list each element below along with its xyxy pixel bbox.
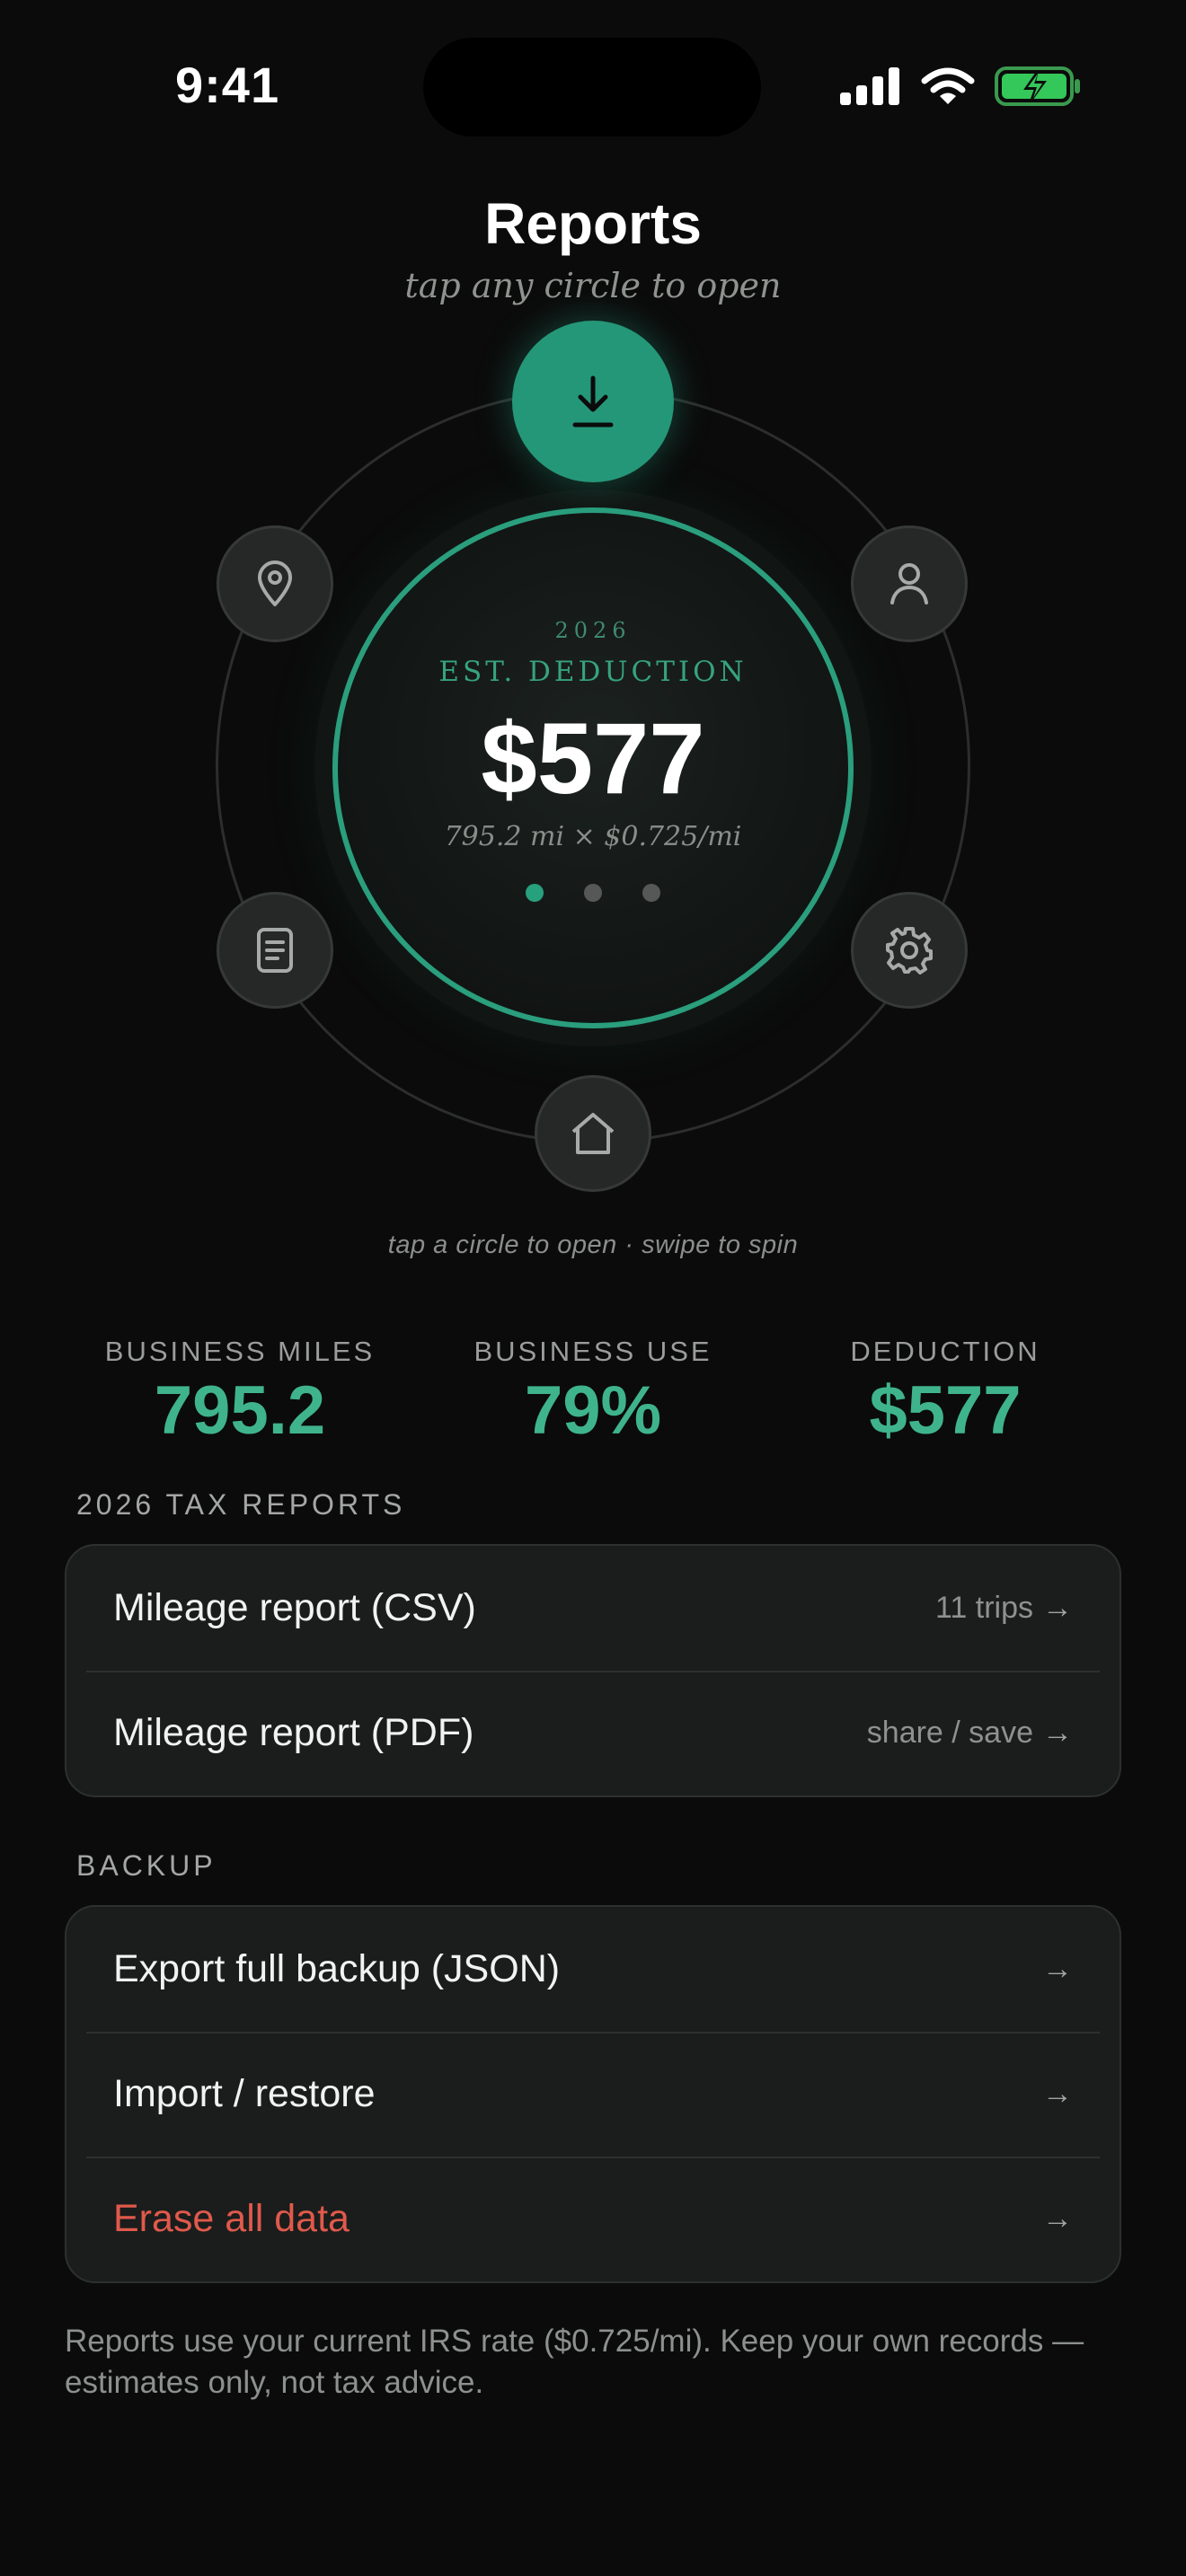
profile-node[interactable] [851,525,968,642]
arrow-right-icon: → [1042,1591,1073,1625]
mileage-report-pdf-row[interactable]: Mileage report (PDF) share / save → [66,1671,1120,1795]
arrow-right-icon: → [1042,2201,1073,2236]
cellular-signal-icon [840,67,899,105]
gear-icon [886,927,933,975]
user-icon [890,563,928,604]
deduction-formula: 795.2 mi × $0.725/mi [444,821,742,852]
footnote: Reports use your current IRS rate ($0.72… [65,2324,1084,2400]
stat-business-miles: BUSINESS MILES 795.2 [60,1336,420,1450]
page-dot-3[interactable] [642,884,660,902]
deduction-value: $577 [481,702,705,815]
settings-node[interactable] [851,892,968,1009]
map-pin-icon [258,560,292,606]
export-backup-row[interactable]: Export full backup (JSON) → [66,1907,1120,2032]
row-meta-text: share / save [866,1716,1033,1750]
download-node[interactable] [512,321,674,482]
deduction-year: 2026 [554,618,632,643]
wifi-icon [921,67,975,104]
dial-hint: tap a circle to open · swipe to spin [387,1231,799,1259]
document-icon [257,928,293,973]
page-dot-2[interactable] [584,884,602,902]
status-icons [840,65,1081,108]
arrow-right-icon: → [1042,1952,1073,1986]
status-time: 9:41 [175,57,280,113]
stat-label: DEDUCTION [850,1336,1040,1367]
deduction-label: EST. DEDUCTION [438,656,748,688]
stat-label: BUSINESS MILES [104,1336,376,1367]
page-subtitle: tap any circle to open [404,266,782,305]
arrow-right-icon: → [1042,1716,1073,1750]
stat-business-use: BUSINESS USE 79% [413,1336,773,1450]
document-node[interactable] [217,892,333,1009]
tax-reports-heading: 2026 TAX REPORTS [76,1488,406,1521]
row-label: Erase all data [113,2197,350,2240]
map-pin-node[interactable] [217,525,333,642]
tax-reports-card: Mileage report (CSV) 11 trips → Mileage … [65,1544,1121,1797]
stat-deduction: DEDUCTION $577 [766,1336,1125,1450]
arrow-right-icon: → [1042,2077,1073,2111]
mileage-report-csv-row[interactable]: Mileage report (CSV) 11 trips → [66,1546,1120,1671]
download-icon [572,375,614,428]
page-dots[interactable] [332,884,854,902]
backup-heading: BACKUP [76,1849,217,1882]
row-meta: share / save → [867,1716,1073,1751]
erase-data-row[interactable]: Erase all data → [66,2157,1120,2281]
backup-card: Export full backup (JSON) → Import / res… [65,1905,1121,2283]
row-label: Export full backup (JSON) [113,1947,561,1990]
battery-charging-icon [995,66,1080,106]
import-restore-row[interactable]: Import / restore → [66,2032,1120,2157]
row-label: Import / restore [113,2072,376,2115]
row-meta-text: 11 trips [935,1591,1033,1625]
dynamic-island [423,38,761,137]
stat-label: BUSINESS USE [474,1336,712,1367]
row-meta: 11 trips → [935,1591,1073,1626]
stat-value: 795.2 [154,1372,326,1449]
page-title: Reports [484,191,702,256]
page-dot-1[interactable] [526,884,544,902]
row-label: Mileage report (PDF) [113,1711,474,1754]
stat-value: 79% [524,1372,662,1449]
row-label: Mileage report (CSV) [113,1586,476,1629]
home-icon [571,1113,615,1154]
stat-value: $577 [869,1372,1022,1449]
home-node[interactable] [535,1075,651,1192]
